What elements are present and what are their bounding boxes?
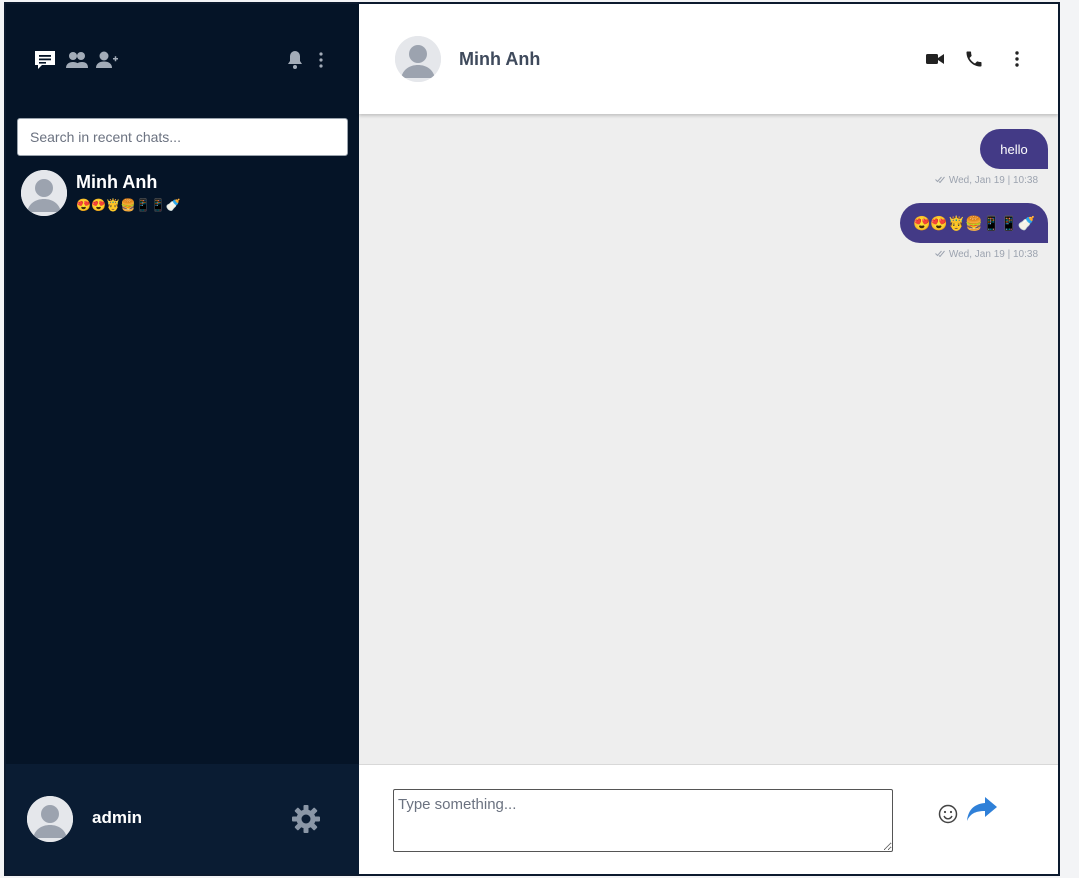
message-bubble[interactable]: hello: [980, 129, 1048, 169]
avatar: [21, 170, 67, 216]
send-icon[interactable]: [965, 795, 999, 823]
group-icon[interactable]: [64, 48, 90, 72]
sidebar-toolbar: [6, 4, 359, 114]
message-bubble[interactable]: 😍😍🤴🍔📱📱🍼: [900, 203, 1048, 243]
message-text: 😍😍🤴🍔📱📱🍼: [912, 214, 1036, 231]
message-composer-bar: [359, 764, 1058, 874]
message-input[interactable]: [393, 789, 893, 852]
message-time: Wed, Jan 19 | 10:38: [948, 175, 1038, 186]
current-user-panel: admin: [6, 764, 359, 874]
message-text: hello: [1000, 141, 1028, 157]
recent-chat-item[interactable]: Minh Anh 😍😍🤴🍔📱📱🍼: [6, 164, 359, 228]
add-user-icon[interactable]: [94, 48, 120, 72]
contact-avatar[interactable]: [395, 36, 441, 82]
sidebar: Minh Anh 😍😍🤴🍔📱📱🍼 admin: [6, 4, 359, 874]
recent-chat-preview: 😍😍🤴🍔📱📱🍼: [76, 198, 181, 212]
video-call-icon[interactable]: [922, 46, 948, 72]
settings-gear-icon[interactable]: [291, 804, 321, 834]
contact-name: Minh Anh: [459, 49, 541, 69]
chat-header: Minh Anh: [359, 4, 1058, 114]
emoji-icon[interactable]: [937, 803, 959, 825]
phone-call-icon[interactable]: [961, 46, 987, 72]
check-icon: [935, 249, 945, 260]
current-user-name: admin: [92, 808, 143, 827]
message-timestamp: Wed, Jan 19 | 10:38: [935, 249, 1038, 260]
search-input[interactable]: [17, 118, 348, 156]
user-avatar[interactable]: [27, 796, 73, 842]
recent-chat-name: Minh Anh: [76, 172, 158, 192]
more-vertical-icon[interactable]: [314, 48, 328, 72]
more-options-icon[interactable]: [1004, 46, 1030, 72]
chat-panel: Minh Anh hello Wed, Jan 19 | 10:38 😍😍🤴🍔📱…: [359, 4, 1058, 874]
message-timestamp: Wed, Jan 19 | 10:38: [935, 175, 1038, 186]
bell-icon[interactable]: [286, 48, 304, 72]
check-icon: [935, 175, 945, 186]
app-window: Minh Anh 😍😍🤴🍔📱📱🍼 admin: [4, 2, 1060, 876]
message-time: Wed, Jan 19 | 10:38: [948, 249, 1038, 260]
chat-icon[interactable]: [32, 48, 58, 72]
